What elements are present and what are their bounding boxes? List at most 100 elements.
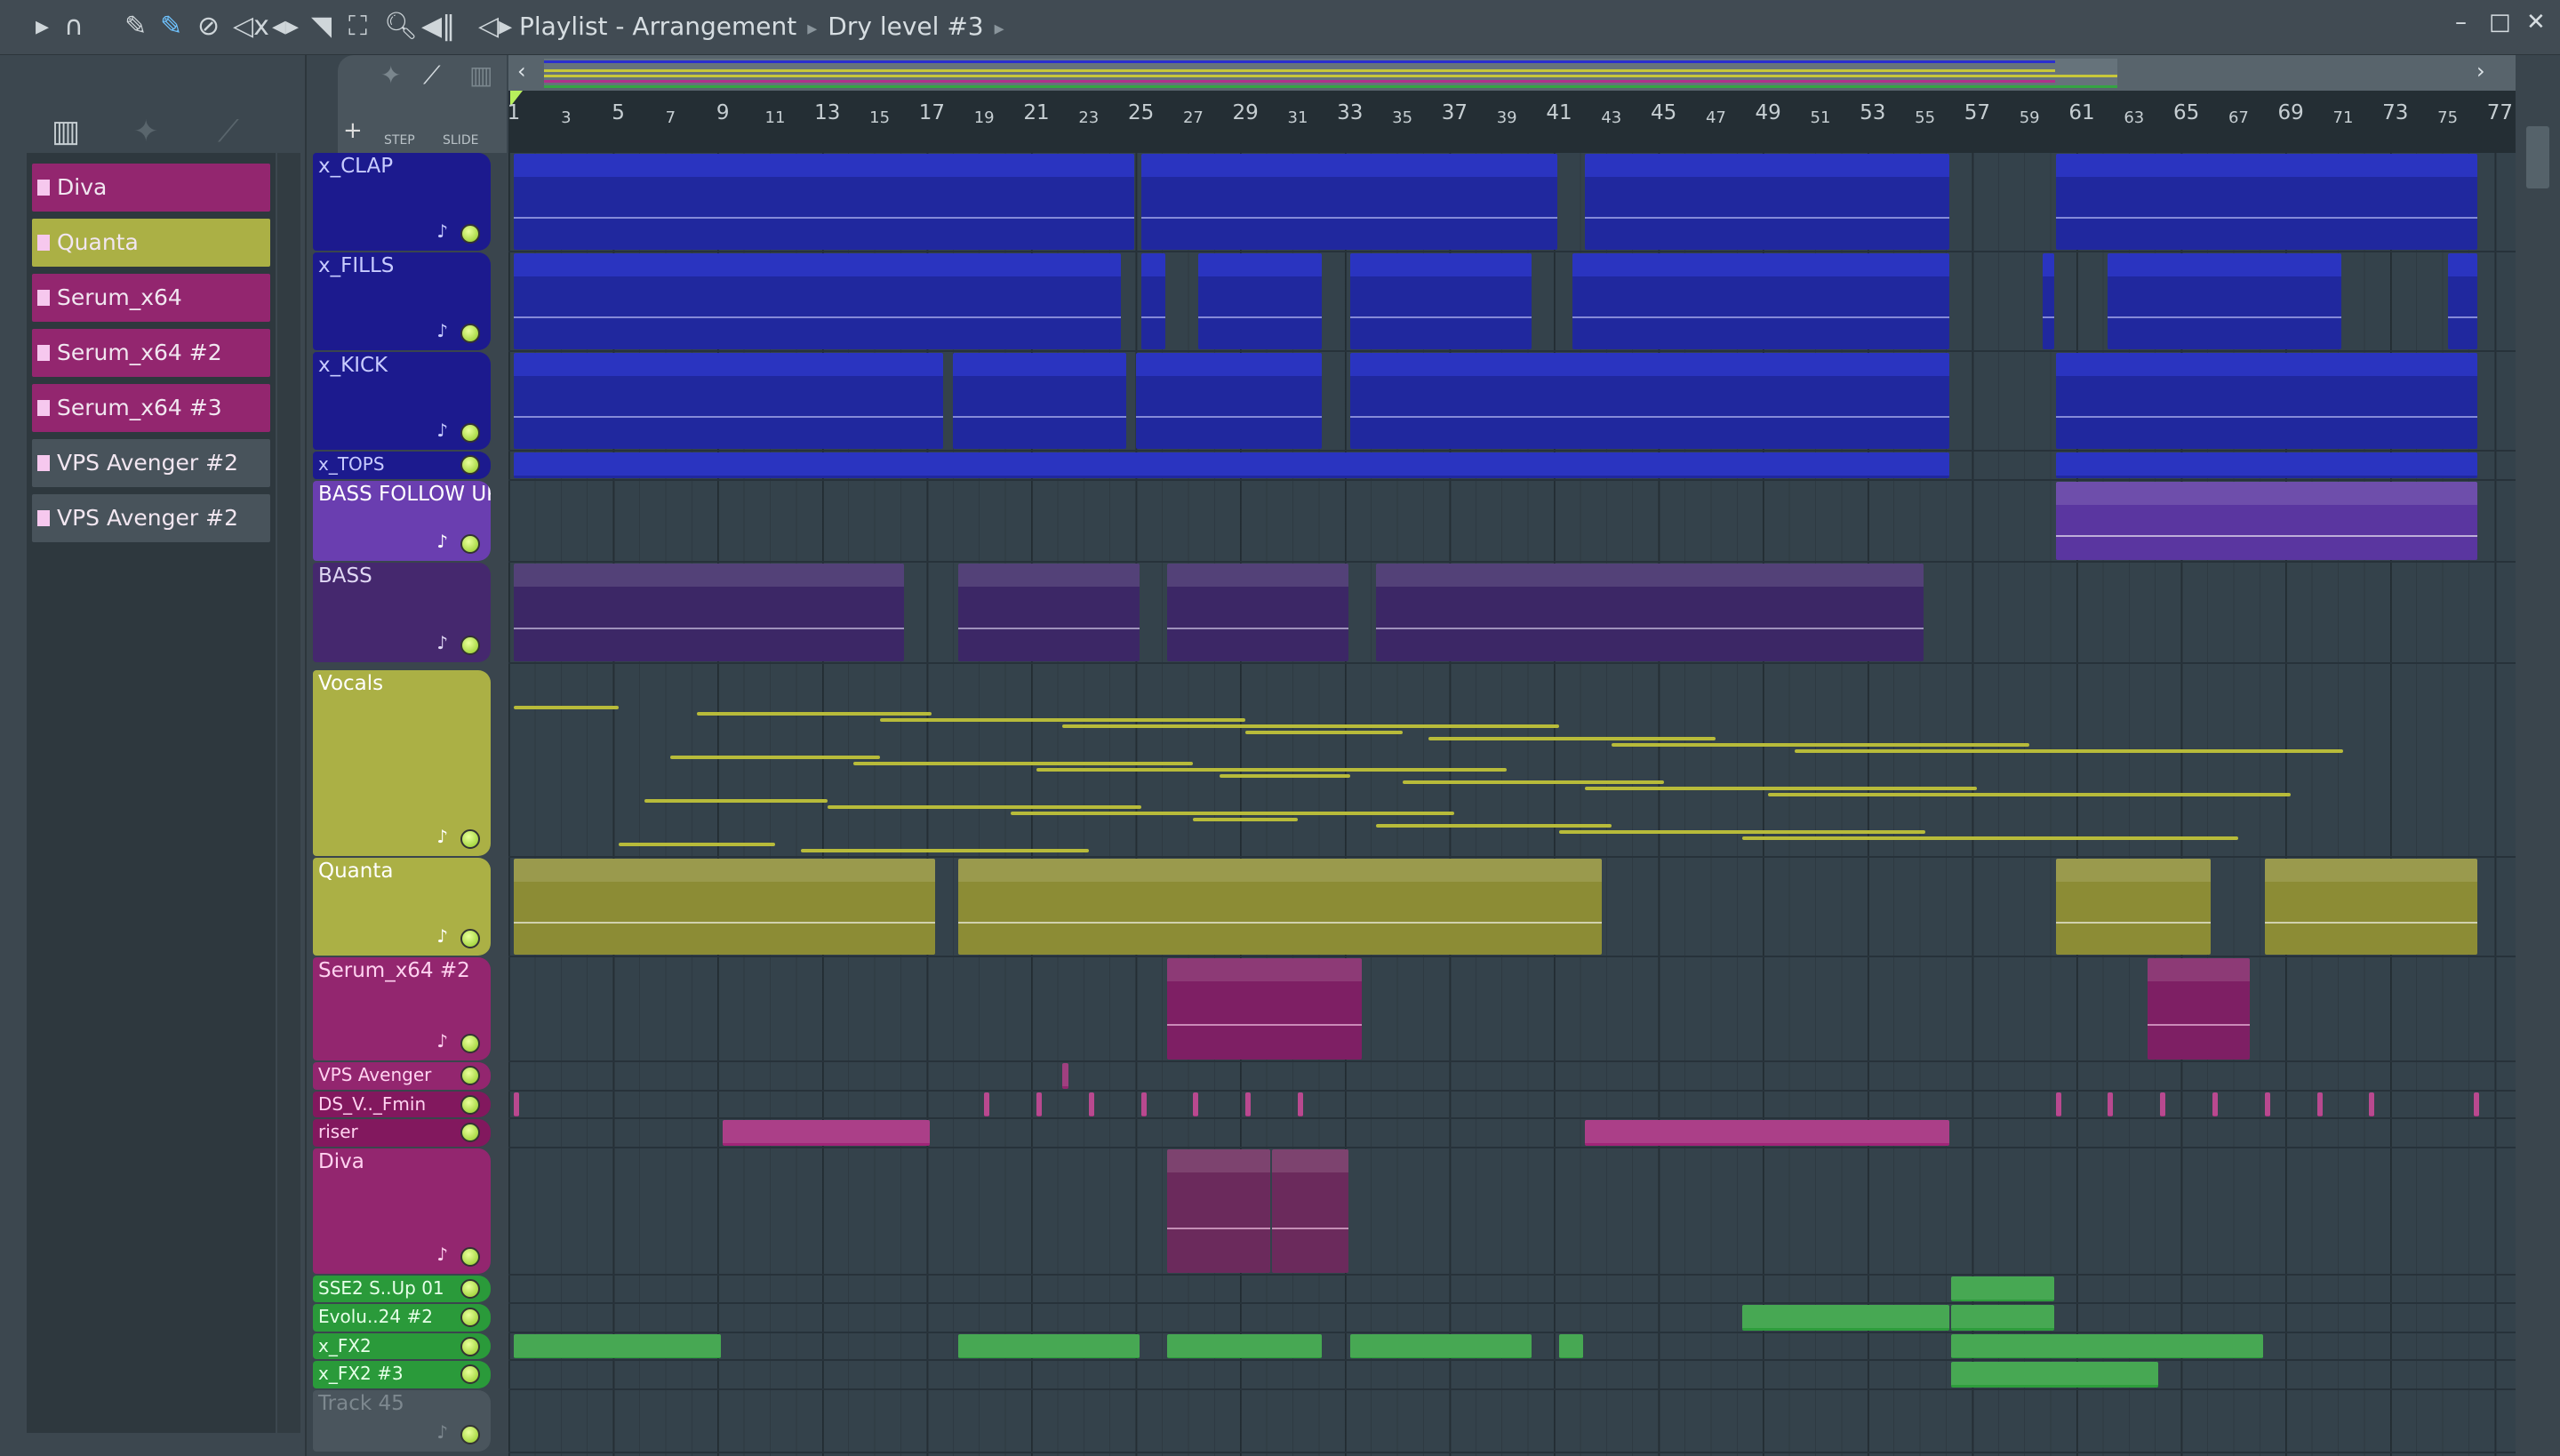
play-arrow-icon[interactable]: ▸	[36, 11, 49, 43]
playlist-clip[interactable]: ▸ x_KICK	[2055, 353, 2477, 449]
playlist-clip[interactable]: ▸ x_FX2	[1349, 1334, 1532, 1358]
maximize-button[interactable]: □	[2489, 9, 2511, 36]
playlist-clip[interactable]	[2264, 1092, 2270, 1116]
vocal-clip[interactable]	[670, 756, 880, 759]
add-track-button[interactable]: +	[343, 117, 363, 144]
playlist-clip[interactable]: ▸ Q..	[2055, 859, 2211, 955]
vocal-clip[interactable]	[1741, 836, 2239, 840]
track-header[interactable]: x_FX2 #3	[313, 1361, 491, 1388]
playlist-clip[interactable]	[2160, 1092, 2166, 1116]
delete-icon[interactable]: ⊘	[197, 11, 220, 43]
playlist-clip[interactable]	[1036, 1092, 1042, 1116]
pattern-item[interactable]: Diva	[32, 164, 270, 212]
playlist-clip[interactable]: ▸ VPS..r #2	[514, 564, 904, 661]
playlist-clip[interactable]	[2108, 1092, 2114, 1116]
mute-icon[interactable]: ◁x	[233, 11, 269, 43]
vocal-clip[interactable]	[1428, 737, 1716, 740]
vocal-clip[interactable]	[1794, 749, 2343, 753]
track-mute-led[interactable]	[460, 423, 480, 443]
playlist-clip[interactable]	[2042, 253, 2054, 349]
playlist-clip[interactable]: ▸ x..X2	[1167, 1334, 1323, 1358]
vocal-clip[interactable]	[1559, 830, 1925, 834]
track-mute-led[interactable]	[460, 1066, 480, 1085]
pattern-item[interactable]: VPS Avenger #2	[32, 494, 270, 542]
pencil-icon[interactable]: ✎	[124, 11, 147, 43]
playlist-clip[interactable]	[1193, 1092, 1199, 1116]
vocal-clip[interactable]	[644, 799, 828, 803]
playlist-clip[interactable]: ▸ Q..	[957, 859, 1602, 955]
slice-icon[interactable]: ◥	[311, 11, 332, 43]
track-mute-led[interactable]	[460, 1247, 480, 1267]
playlist-clip[interactable]: ▸ SSE2..10	[1951, 1305, 2054, 1331]
track-header[interactable]: Track 45 ♪	[313, 1390, 491, 1452]
playlist-clip[interactable]	[1062, 1063, 1069, 1089]
track-header[interactable]: Quanta ♪	[313, 858, 491, 956]
vocal-clip[interactable]	[1219, 774, 1350, 778]
playlist-clip[interactable]: ▸ x_FX2 #3	[1951, 1362, 2159, 1388]
playlist-clip[interactable]: ▸ Diva	[1271, 1149, 1348, 1273]
playlist-clip[interactable]	[2212, 1092, 2218, 1116]
track-mute-led[interactable]	[460, 929, 480, 948]
step-toggle[interactable]: STEP	[384, 133, 415, 148]
playlist-clip[interactable]	[1140, 1092, 1147, 1116]
track-mute-led[interactable]	[460, 455, 480, 475]
playlist-clip[interactable]: ▸ x_CLAP	[1140, 154, 1557, 250]
playlist-clip[interactable]: ▸ x_FILLS	[1572, 253, 1949, 349]
track-mute-led[interactable]	[460, 1364, 480, 1384]
playlist-clip[interactable]	[2474, 1092, 2479, 1116]
playlist-clip[interactable]	[2147, 958, 2251, 1060]
playlist-clip[interactable]: ▸ x_FILLS	[1198, 253, 1323, 349]
track-header[interactable]: Evolu..24 #2	[313, 1304, 491, 1332]
vocal-clip[interactable]	[879, 718, 1246, 722]
vertical-scrollbar[interactable]	[2516, 55, 2560, 1456]
playlist-clip[interactable]: ▸ x_KICK	[1135, 353, 1323, 449]
playlist-clip[interactable]: ▸ VPS..r #2	[1376, 564, 1924, 661]
track-header[interactable]: BASS ♪	[313, 563, 491, 662]
track-header[interactable]: x_KICK ♪	[313, 352, 491, 450]
vocal-clip[interactable]	[801, 849, 1089, 852]
playlist-clip[interactable]: ▸ x_TOPS	[2055, 452, 2477, 478]
track-mute-led[interactable]	[460, 1337, 480, 1356]
track-mute-led[interactable]	[460, 224, 480, 244]
vocal-clip[interactable]	[1376, 824, 1612, 828]
playlist-clip[interactable]	[2055, 1092, 2061, 1116]
track-header[interactable]: x_FX2	[313, 1333, 491, 1359]
playlist-clip[interactable]	[984, 1092, 990, 1116]
playlist-overview[interactable]: ‹ ›	[508, 55, 2516, 91]
vocal-clip[interactable]	[1585, 787, 1978, 790]
playlist-clip[interactable]: ▸ x_FX2	[514, 1334, 722, 1358]
vocal-clip[interactable]	[1245, 731, 1403, 734]
track-mute-led[interactable]	[460, 829, 480, 849]
playlist-clip[interactable]: ▸ x_FILLS	[2108, 253, 2341, 349]
playlist-clip[interactable]	[2447, 253, 2477, 349]
playlist-clip[interactable]: ▸ x_FILLS	[1349, 253, 1532, 349]
track-mute-led[interactable]	[460, 1095, 480, 1115]
track-mute-led[interactable]	[460, 1034, 480, 1053]
playlist-clip[interactable]: ▸ x..X2	[1951, 1334, 2263, 1358]
overview-window[interactable]	[544, 59, 2117, 88]
vocal-clip[interactable]	[853, 762, 1194, 765]
playlist-clip[interactable]: ▸ x_FILLS	[514, 253, 1122, 349]
pattern-item[interactable]: VPS Avenger #2	[32, 439, 270, 487]
track-header[interactable]: riser	[313, 1119, 491, 1147]
vocal-clip[interactable]	[1402, 780, 1664, 784]
vocal-clip[interactable]	[514, 706, 619, 709]
select-icon[interactable]: ⛶	[348, 11, 367, 43]
track-header[interactable]: x_TOPS	[313, 452, 491, 479]
playlist-clip[interactable]	[1559, 1334, 1584, 1358]
pattern-item[interactable]: Serum_x64 #3	[32, 384, 270, 432]
audio-icon[interactable]: ✦	[133, 114, 159, 149]
playlist-clip[interactable]: ▸ SSE2..01	[1951, 1276, 2054, 1301]
vocal-clip[interactable]	[618, 843, 775, 846]
pattern-item[interactable]: Serum_x64 #2	[32, 329, 270, 377]
playlist-clip[interactable]	[514, 1092, 519, 1116]
playlist-clip[interactable]	[1088, 1092, 1094, 1116]
vocal-clip[interactable]	[696, 712, 932, 716]
track-header[interactable]: x_CLAP ♪	[313, 153, 491, 251]
track-mute-led[interactable]	[460, 1308, 480, 1327]
scrollbar-thumb[interactable]	[2526, 126, 2549, 188]
vocal-clip[interactable]	[827, 805, 1141, 809]
pattern-scrollbar[interactable]	[277, 153, 300, 1433]
zoom-icon[interactable]: 🔍︎	[384, 11, 418, 43]
playlist-clip[interactable]: ▸ Q..	[514, 859, 936, 955]
